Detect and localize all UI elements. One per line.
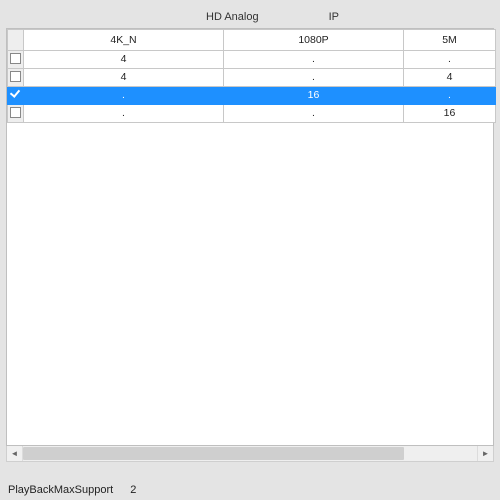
header-row: 4K_N 1080P 5M (8, 30, 496, 51)
table-row[interactable]: 4.4 (8, 69, 496, 87)
status-bar: PlayBackMaxSupport 2 (8, 484, 136, 496)
tab-ip[interactable]: IP (329, 11, 339, 23)
tab-hd-analog[interactable]: HD Analog (206, 11, 259, 23)
checkbox-icon[interactable] (10, 71, 21, 82)
scroll-right-button[interactable]: ► (477, 446, 493, 461)
status-label: PlayBackMaxSupport (8, 484, 113, 496)
scroll-track[interactable] (23, 446, 477, 461)
cell-c2[interactable]: . (224, 69, 404, 87)
row-checkbox-cell[interactable] (8, 51, 24, 69)
grid-empty-area (7, 123, 493, 445)
cell-c1[interactable]: 4 (24, 51, 224, 69)
cell-c1[interactable]: . (24, 105, 224, 123)
col-1080p[interactable]: 1080P (224, 30, 404, 51)
status-value: 2 (130, 484, 136, 496)
scroll-left-button[interactable]: ◄ (7, 446, 23, 461)
tab-strip: HD Analog IP (6, 6, 494, 28)
cell-c1[interactable]: 4 (24, 69, 224, 87)
cell-c3[interactable]: . (404, 87, 496, 105)
window: HD Analog IP 4K_N 1080P 5M 4..4.4.16...1… (0, 0, 500, 500)
cell-c2[interactable]: . (224, 105, 404, 123)
row-checkbox-cell[interactable] (8, 87, 24, 105)
col-checkbox[interactable] (8, 30, 24, 51)
cell-c3[interactable]: 4 (404, 69, 496, 87)
col-4kn[interactable]: 4K_N (24, 30, 224, 51)
scroll-thumb[interactable] (23, 447, 404, 460)
table-row[interactable]: .16. (8, 87, 496, 105)
checkbox-icon[interactable] (10, 107, 21, 118)
cell-c2[interactable]: . (224, 51, 404, 69)
cell-c3[interactable]: 16 (404, 105, 496, 123)
checkbox-icon[interactable] (10, 53, 21, 64)
cell-c2[interactable]: 16 (224, 87, 404, 105)
row-checkbox-cell[interactable] (8, 105, 24, 123)
grid-table: 4K_N 1080P 5M 4..4.4.16...16 (7, 29, 496, 123)
col-5m[interactable]: 5M (404, 30, 496, 51)
table-row[interactable]: 4.. (8, 51, 496, 69)
horizontal-scrollbar[interactable]: ◄ ► (6, 446, 494, 462)
data-grid: 4K_N 1080P 5M 4..4.4.16...16 (6, 28, 494, 446)
cell-c3[interactable]: . (404, 51, 496, 69)
table-row[interactable]: ..16 (8, 105, 496, 123)
grid-body: 4..4.4.16...16 (8, 51, 496, 123)
row-checkbox-cell[interactable] (8, 69, 24, 87)
checkbox-icon[interactable] (10, 89, 21, 100)
cell-c1[interactable]: . (24, 87, 224, 105)
